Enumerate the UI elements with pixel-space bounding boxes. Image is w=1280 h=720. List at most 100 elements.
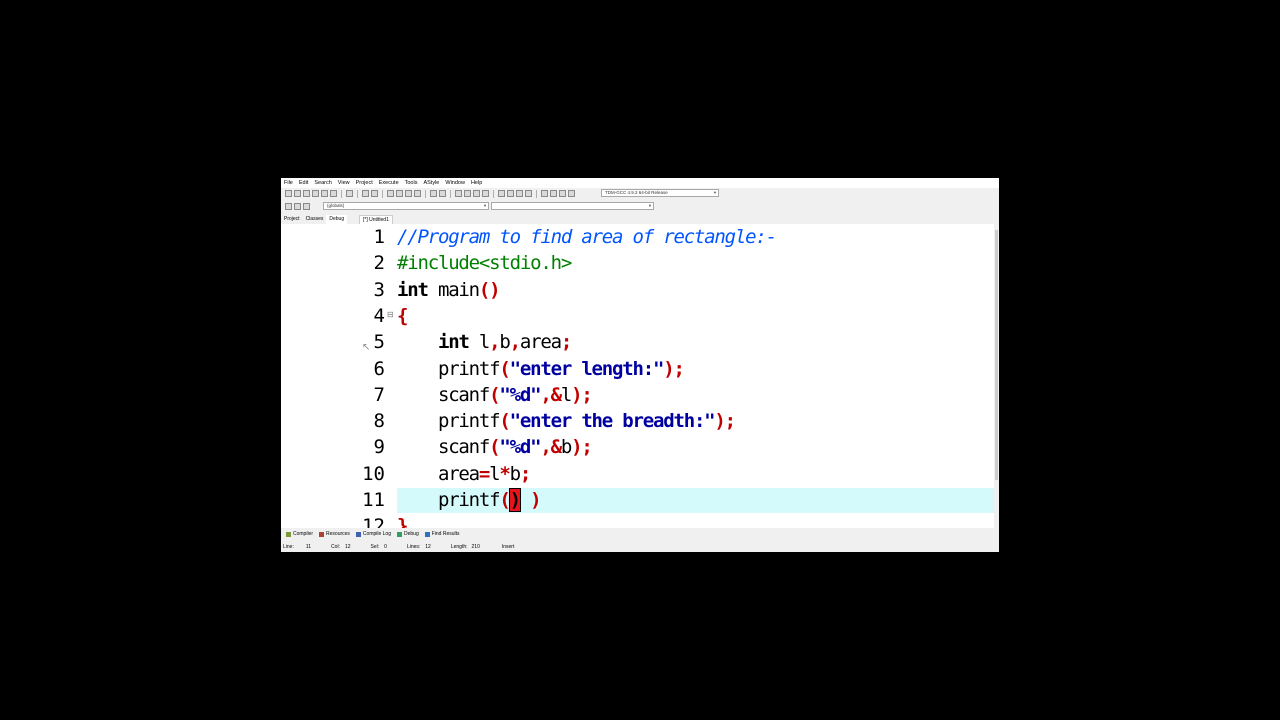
close-all-icon[interactable] (330, 190, 337, 197)
open-file-icon[interactable] (294, 190, 301, 197)
chevron-down-icon: ▼ (648, 203, 652, 208)
code-token: scanf (397, 436, 490, 459)
tab-project[interactable]: Project (281, 215, 303, 224)
compiler-select[interactable]: TDM-GCC 4.9.2 64-bit Release ▼ (601, 189, 719, 197)
menu-astyle[interactable]: AStyle (420, 178, 442, 188)
status-sel-value: 0 (384, 544, 387, 550)
code-line[interactable]: 1 //Program to find area of rectangle:- (357, 224, 994, 250)
code-text: printf("enter the breadth:"); (397, 408, 736, 434)
goto-icon[interactable] (414, 190, 421, 197)
code-token: printf (397, 410, 501, 433)
menu-help[interactable]: Help (468, 178, 485, 188)
code-editor[interactable]: 1 //Program to find area of rectangle:- 2 #… (357, 224, 994, 528)
menu-view[interactable]: View (335, 178, 353, 188)
new-project-icon[interactable] (430, 190, 437, 197)
fold-toggle-icon[interactable]: ⊟ (387, 310, 394, 319)
undo-icon[interactable] (362, 190, 369, 197)
tab-find-results[interactable]: Find Results (422, 531, 463, 537)
back-icon[interactable] (455, 190, 462, 197)
code-line[interactable]: 9 scanf("%d",&b); (357, 434, 994, 460)
scope-select[interactable]: (globals) ▼ (323, 202, 489, 210)
tab-debug-output[interactable]: Debug (394, 531, 422, 537)
line-number: 2 (373, 252, 385, 275)
new-file-icon[interactable] (285, 190, 292, 197)
code-line[interactable]: 5 int l,b,area; (357, 329, 994, 355)
redo-icon[interactable] (371, 190, 378, 197)
save-all-icon[interactable] (312, 190, 319, 197)
forward-icon[interactable] (464, 190, 471, 197)
menu-execute[interactable]: Execute (376, 178, 402, 188)
function-select[interactable]: ▼ (491, 202, 654, 210)
compile-icon[interactable] (498, 190, 505, 197)
tab-debug[interactable]: Debug (326, 215, 348, 224)
run-icon[interactable] (507, 190, 514, 197)
bottom-panel-tabs: Compiler Resources Compile Log Debug Fin… (281, 528, 999, 540)
toggle-bookmark-icon[interactable] (303, 203, 310, 210)
profile-icon[interactable] (568, 190, 575, 197)
menu-window[interactable]: Window (442, 178, 468, 188)
tab-compile-log[interactable]: Compile Log (353, 531, 394, 537)
main-toolbar: TDM-GCC 4.9.2 64-bit Release ▼ (281, 188, 999, 199)
menu-project[interactable]: Project (353, 178, 376, 188)
status-lines-value: 12 (425, 544, 431, 550)
find-icon[interactable] (387, 190, 394, 197)
code-text: scanf("%d",&l); (397, 382, 593, 408)
bookmark-icon[interactable] (473, 190, 480, 197)
menu-search[interactable]: Search (311, 178, 334, 188)
check-icon[interactable] (541, 190, 548, 197)
replace-icon[interactable] (396, 190, 403, 197)
tab-compiler[interactable]: Compiler (283, 531, 316, 537)
code-line[interactable]: 2 #include<stdio.h> (357, 250, 994, 276)
menu-bar: File Edit Search View Project Execute To… (281, 178, 999, 188)
code-line[interactable]: 7 scanf("%d",&l); (357, 382, 994, 408)
rebuild-icon[interactable] (525, 190, 532, 197)
tab-compiler-label: Compiler (293, 531, 314, 537)
code-line[interactable]: 4 ⊟{ (357, 303, 994, 329)
code-token: "enter length:" (509, 357, 665, 380)
code-line[interactable]: 6 printf("enter length:"); (357, 356, 994, 382)
tab-classes[interactable]: Classes (303, 215, 327, 224)
code-token: ,& (540, 383, 562, 406)
code-line[interactable]: 11 printf() ) (357, 487, 994, 513)
code-token: ); (663, 357, 685, 380)
code-line[interactable]: 10 area=l*b; (357, 461, 994, 487)
print-icon[interactable] (346, 190, 353, 197)
status-sel-label: Sel: (370, 544, 380, 550)
vertical-scrollbar[interactable] (994, 224, 999, 528)
class-browser-icon[interactable] (285, 203, 292, 210)
stop-icon[interactable] (550, 190, 557, 197)
debug-check-icon (397, 531, 402, 537)
code-token: * (499, 462, 510, 485)
code-token: l (560, 383, 572, 406)
toolbar-separator (536, 189, 537, 198)
code-line[interactable]: 12} (357, 513, 994, 528)
indent-icon[interactable] (482, 190, 489, 197)
close-file-icon[interactable] (321, 190, 328, 197)
code-token: ) (530, 489, 541, 511)
scrollbar-thumb[interactable] (995, 230, 998, 480)
code-line[interactable]: 8 printf("enter the breadth:"); (357, 408, 994, 434)
code-token: ); (571, 383, 593, 406)
find-next-icon[interactable] (405, 190, 412, 197)
menu-edit[interactable]: Edit (296, 178, 311, 188)
tab-find-results-label: Find Results (431, 531, 460, 537)
add-file-icon[interactable] (439, 190, 446, 197)
toolbar-separator (425, 189, 426, 198)
tab-resources[interactable]: Resources (316, 531, 353, 537)
code-token: b (499, 331, 510, 354)
code-token: printf (397, 357, 501, 380)
code-token: l (489, 462, 500, 485)
menu-tools[interactable]: Tools (402, 178, 421, 188)
compiler-select-value: TDM-GCC 4.9.2 64-bit Release (605, 190, 668, 195)
code-token: "%d" (499, 436, 541, 459)
tab-untitled1[interactable]: [*] Untitled1 (359, 215, 393, 224)
debug-icon[interactable] (559, 190, 566, 197)
save-icon[interactable] (303, 190, 310, 197)
insert-icon[interactable] (294, 203, 301, 210)
menu-file[interactable]: File (281, 178, 296, 188)
chevron-down-icon: ▼ (713, 190, 717, 195)
code-line[interactable]: 3 int main() (357, 277, 994, 303)
code-token: ( (489, 383, 500, 406)
left-panel: Project Classes Debug (281, 215, 357, 528)
compile-run-icon[interactable] (516, 190, 523, 197)
